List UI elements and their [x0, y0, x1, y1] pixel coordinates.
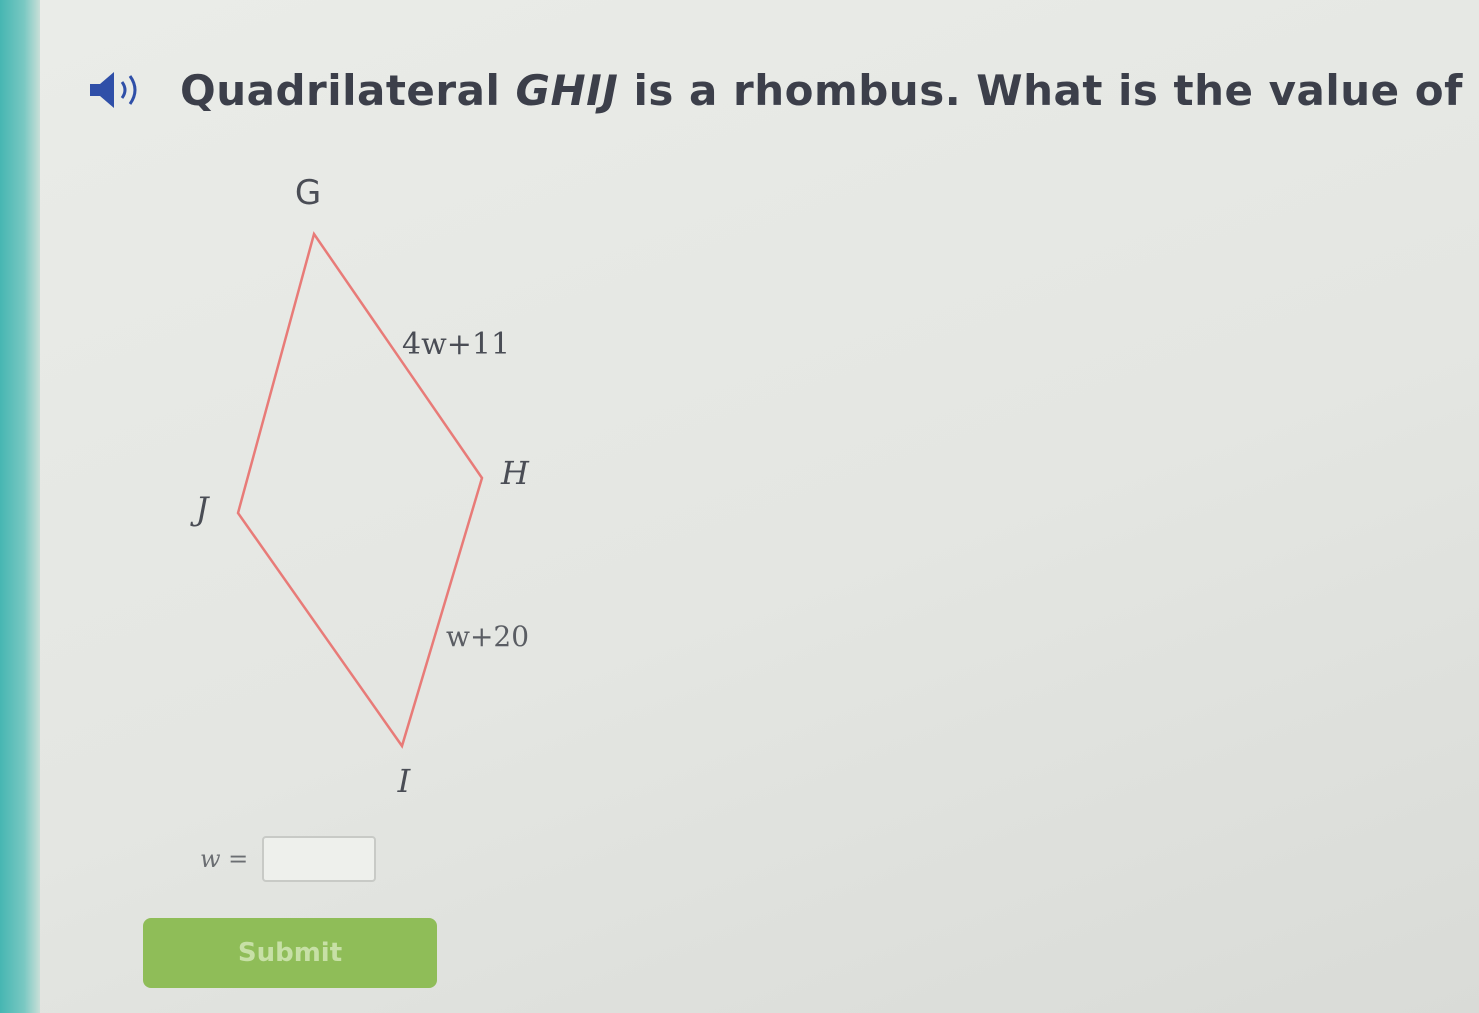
- left-accent-stripe: [0, 0, 40, 1013]
- submit-button[interactable]: Submit: [143, 918, 437, 988]
- rhombus-figure: G H I J 4w+11 w+20: [180, 160, 560, 810]
- vertex-label-j: J: [190, 490, 211, 528]
- vertex-label-g: G: [295, 173, 321, 213]
- question-shape-name: GHIJ: [515, 66, 619, 115]
- side-label-gh: 4w+11: [402, 327, 510, 362]
- side-label-hi: w+20: [446, 620, 529, 653]
- answer-row: w =: [200, 833, 377, 885]
- speaker-icon[interactable]: [88, 70, 158, 110]
- vertex-label-h: H: [500, 454, 530, 492]
- answer-label: w =: [200, 845, 249, 873]
- question-prefix: Quadrilateral: [180, 66, 516, 115]
- vertex-label-i: I: [397, 762, 412, 800]
- rhombus-outline: [236, 231, 484, 749]
- question-text: Quadrilateral GHIJ is a rhombus. What is…: [180, 66, 1479, 115]
- answer-input[interactable]: [262, 836, 377, 882]
- question-middle: is a rhombus. What is the value of: [618, 66, 1479, 115]
